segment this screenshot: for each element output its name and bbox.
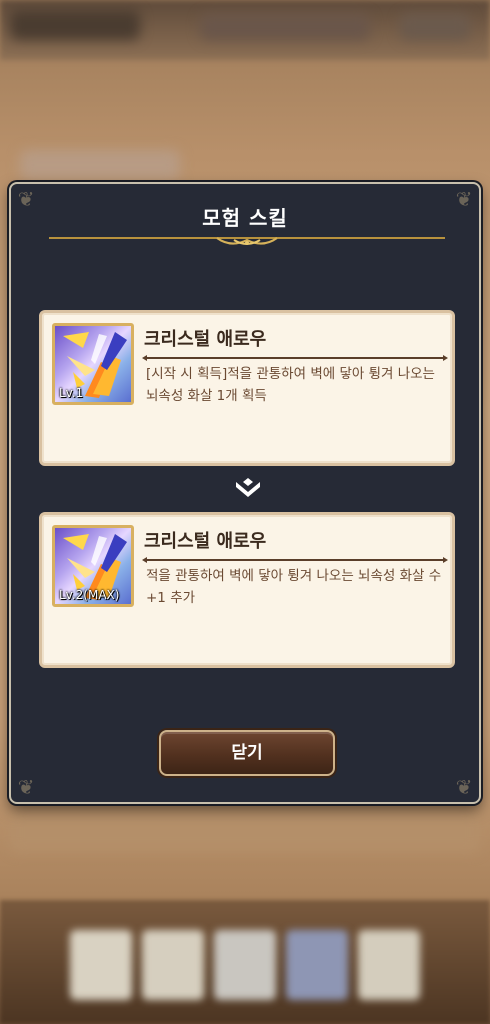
skill-name: 크리스털 애로우: [144, 329, 267, 350]
skill-divider: [142, 355, 448, 361]
modal-title: 모험 스킬: [202, 206, 288, 230]
skill-name: 크리스털 애로우: [144, 531, 267, 552]
background-blur-shape: [10, 812, 480, 852]
background-card: [214, 930, 276, 1000]
skill-level-label: Lv.1: [59, 386, 84, 400]
background-blur-shape: [400, 14, 470, 40]
crystal-arrow-icon: Lv.2(MAX): [52, 525, 134, 607]
skill-card-current: Lv.1 크리스털 애로우 [시작 시 획득]적을 관통하여 벽에 닿아 튕겨 …: [39, 310, 455, 466]
skill-description: [시작 시 획득]적을 관통하여 벽에 닿아 튕겨 나오는 뇌속성 화살 1개 …: [146, 366, 435, 404]
corner-ornament-icon: ❦: [455, 775, 473, 799]
adventure-skill-modal: ❦ ❦ ❦ ❦ 모험 스킬 Lv.1 크리스털 애로우 [시작 시 획득]적을 …: [9, 182, 481, 804]
chevron-down-icon: [236, 478, 260, 497]
crystal-arrow-icon: Lv.1: [52, 323, 134, 405]
corner-ornament-icon: ❦: [17, 775, 35, 799]
skill-description: 적을 관통하여 벽에 닿아 튕겨 나오는 뇌속성 화살 수 +1 추가: [146, 568, 442, 606]
skill-divider: [142, 557, 448, 563]
skill-level-label: Lv.2(MAX): [59, 588, 120, 602]
background-card: [358, 930, 420, 1000]
skill-card-next: Lv.2(MAX) 크리스털 애로우 적을 관통하여 벽에 닿아 튕겨 나오는 …: [39, 512, 455, 668]
title-divider-ornament: [49, 237, 445, 245]
background-blur-shape: [200, 14, 370, 40]
background-card: [286, 930, 348, 1000]
background-blur-shape: [10, 10, 140, 40]
background-card: [142, 930, 204, 1000]
close-button[interactable]: 닫기: [159, 730, 335, 776]
background-card: [70, 930, 132, 1000]
background-blur-shape: [20, 150, 180, 180]
